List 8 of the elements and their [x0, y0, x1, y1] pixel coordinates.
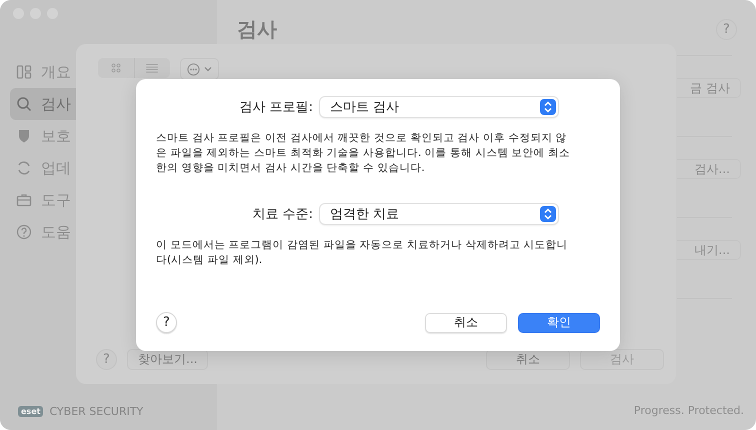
brand-logo: eset: [18, 406, 44, 417]
window-title: 검사: [237, 16, 277, 43]
slogan: Progress. Protected.: [634, 404, 744, 417]
description: 스마트 검사 프로필은 이전 검사에서 깨끗한 것으로 확인되고 검사 이후 수정되지 않은 파일을 제외하는 스마트 최적화 기술을 사용합니다. 이를 통해 시스템 보안에 최소한의 영향을 미치면서 검사 시간을 단축할 수 있습니다.: [156, 131, 572, 176]
field-label: 검사 프로필:: [238, 99, 313, 116]
product-name: CYBER SECURITY: [49, 405, 144, 418]
description: 이 모드에서는 프로그램이 감염된 파일을 자동으로 치료하거나 삭제하려고 시도합니다(시스템 파일 제외).: [156, 238, 569, 268]
field-label: 치료 수준:: [251, 206, 313, 223]
